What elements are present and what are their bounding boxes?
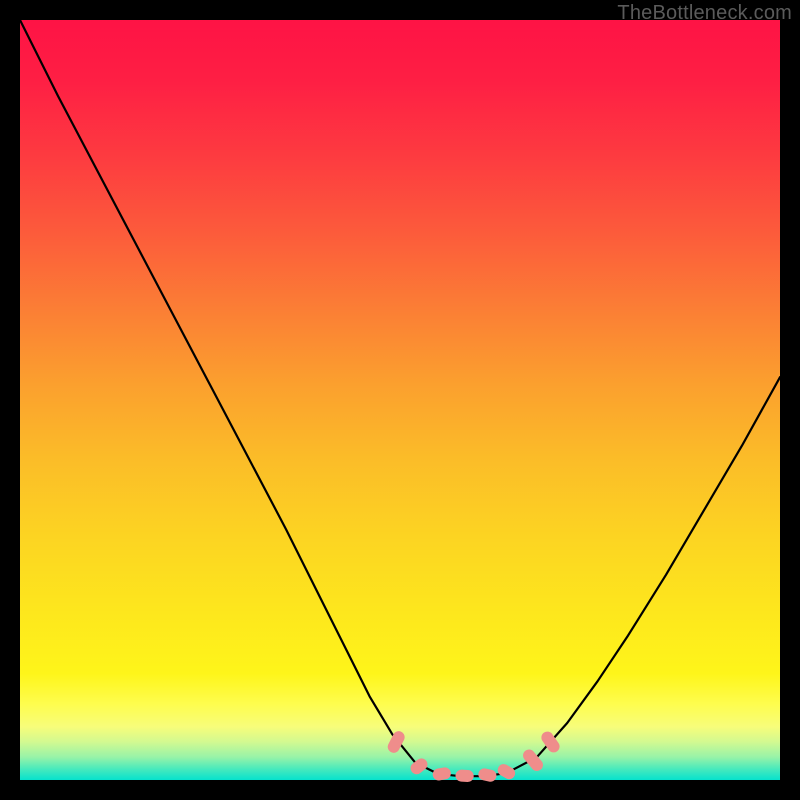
highlight-dot — [386, 729, 407, 755]
chart-svg — [20, 20, 780, 780]
watermark-text: TheBottleneck.com — [617, 2, 792, 25]
highlight-dot — [496, 762, 518, 782]
plot-area — [20, 20, 780, 780]
highlight-dot — [432, 766, 452, 781]
chart-frame: TheBottleneck.com — [0, 0, 800, 800]
bottleneck-curve — [20, 20, 780, 776]
highlight-markers — [386, 729, 562, 783]
highlight-dot — [477, 767, 497, 783]
highlight-dot — [455, 769, 474, 782]
